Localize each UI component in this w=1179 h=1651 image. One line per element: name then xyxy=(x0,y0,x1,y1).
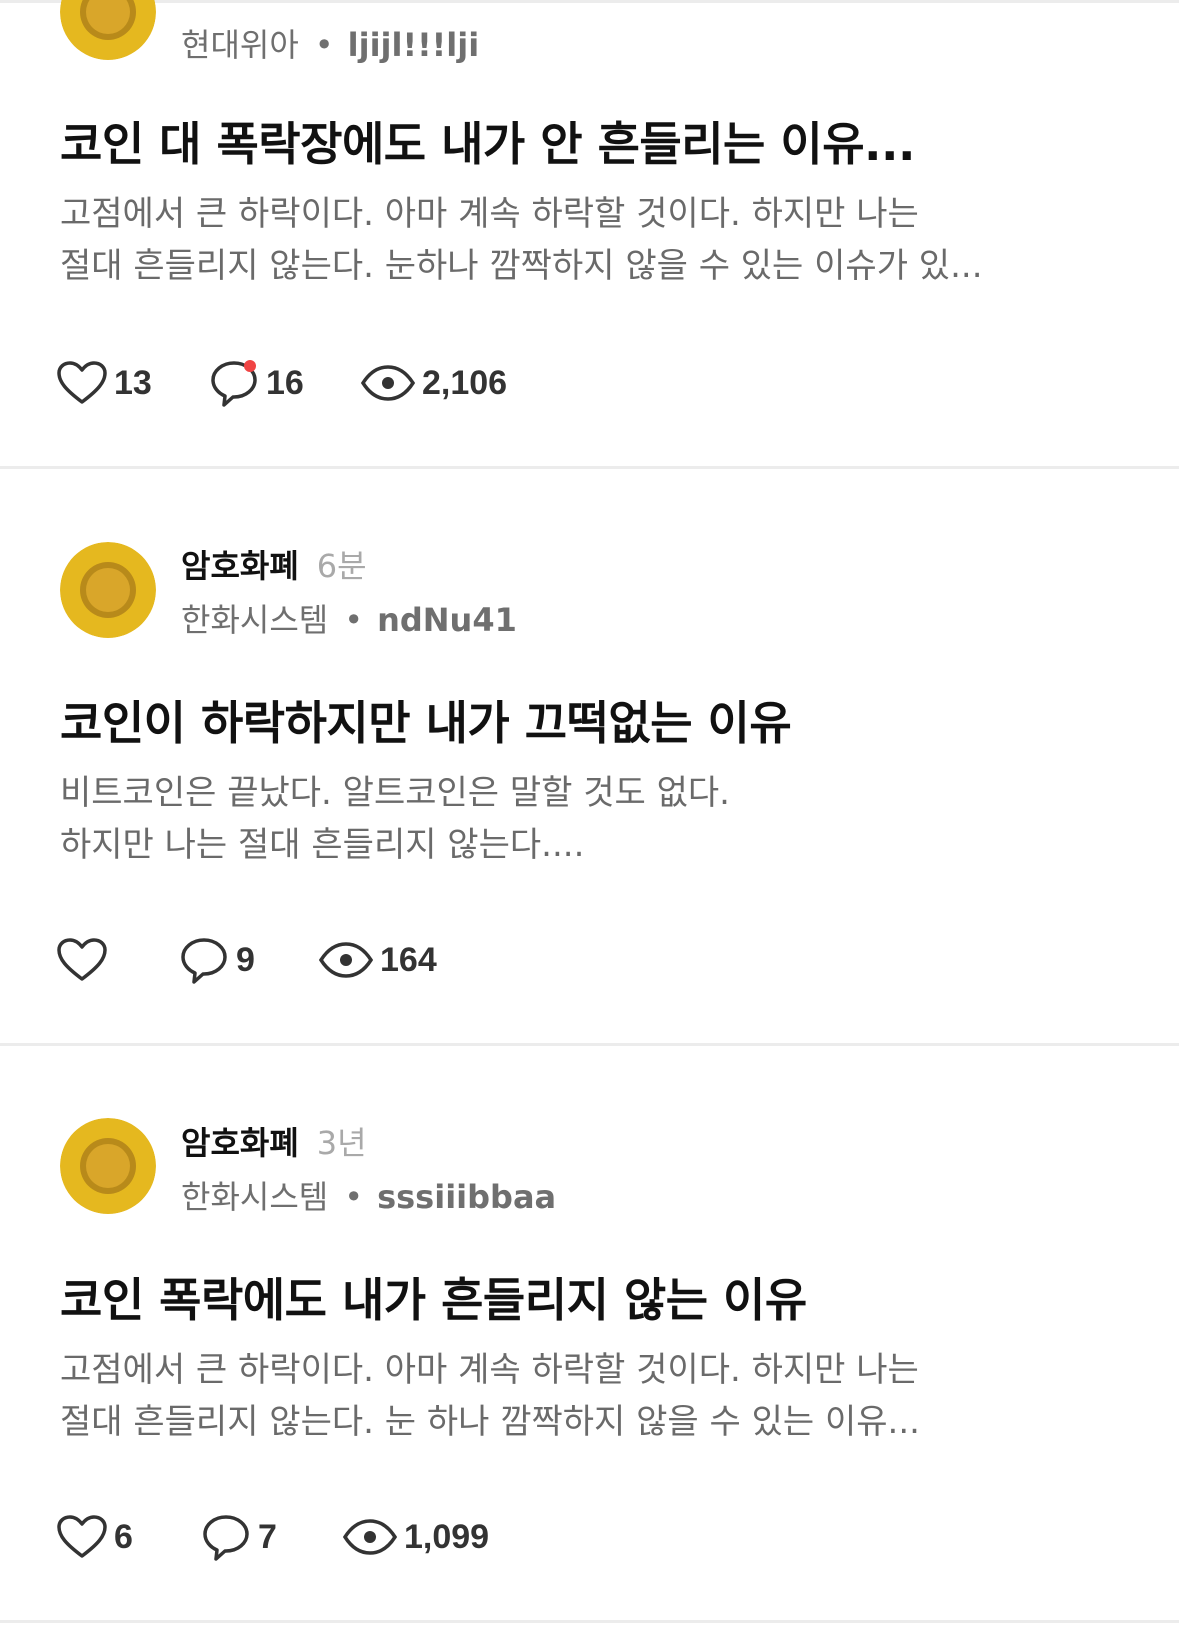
bitcoin-coin-icon xyxy=(60,542,156,638)
heart-icon xyxy=(57,1515,107,1558)
separator-dot: • xyxy=(314,26,334,64)
post-card[interactable]: 암호화폐 6분 한화시스템 • ndNu41 코인이 하락하지만 내가 끄떡없는 이유… xyxy=(0,469,1179,1044)
author-handle[interactable]: ndNu41 xyxy=(377,601,517,639)
company-name: 한화시스템 xyxy=(181,601,329,639)
avatar[interactable] xyxy=(60,1118,156,1214)
view-count-display: 2,106 xyxy=(360,358,507,408)
comment-count: 9 xyxy=(236,940,255,979)
post-time: 6분 xyxy=(316,547,367,585)
view-count: 164 xyxy=(380,940,437,979)
community-name[interactable]: 암호화폐 xyxy=(181,1124,299,1162)
community-line: 암호화폐 6분 xyxy=(181,541,367,587)
like-count: 6 xyxy=(114,1517,133,1556)
speech-bubble-icon xyxy=(211,360,257,407)
author-handle[interactable]: ljijl!!!lji xyxy=(348,26,480,64)
speech-bubble-icon xyxy=(203,1515,249,1561)
community-line: 암호화폐 3년 xyxy=(181,1118,367,1164)
avatar[interactable] xyxy=(60,542,156,638)
comment-count: 7 xyxy=(258,1517,277,1556)
comment-button[interactable]: 7 xyxy=(200,1512,277,1562)
post-excerpt[interactable]: 고점에서 큰 하락이다. 아마 계속 하락할 것이다. 하지만 나는 절대 흔들… xyxy=(60,1344,1140,1448)
comment-button[interactable]: 9 xyxy=(178,935,255,985)
post-title[interactable]: 코인 폭락에도 내가 흔들리지 않는 이유 xyxy=(60,1264,807,1330)
author-meta: 한화시스템 • ndNu41 xyxy=(181,595,517,641)
community-name[interactable]: 암호화폐 xyxy=(181,547,299,585)
eye-icon xyxy=(342,1519,398,1555)
avatar[interactable] xyxy=(60,0,156,60)
like-button[interactable]: 13 xyxy=(56,358,152,408)
post-divider xyxy=(0,1620,1179,1623)
post-card[interactable]: 암호화폐 3년 한화시스템 • sssiiibbaa 코인 폭락에도 내가 흔들리지 … xyxy=(0,1046,1179,1621)
comment-button[interactable]: 16 xyxy=(208,358,304,408)
view-count: 2,106 xyxy=(422,363,508,402)
company-name: 현대위아 xyxy=(181,26,299,64)
eye-icon xyxy=(318,942,374,978)
separator-dot: • xyxy=(344,1178,364,1216)
post-time: 3년 xyxy=(316,1124,367,1162)
bitcoin-coin-icon xyxy=(60,1118,156,1214)
author-meta: 한화시스템 • sssiiibbaa xyxy=(181,1172,556,1218)
view-count: 1,099 xyxy=(404,1517,490,1556)
heart-icon xyxy=(57,361,107,404)
view-count-display: 1,099 xyxy=(342,1512,489,1562)
like-button[interactable]: 6 xyxy=(56,1512,133,1562)
eye-icon xyxy=(360,365,416,401)
post-excerpt[interactable]: 비트코인은 끝났다. 알트코인은 말할 것도 없다. 하지만 나는 절대 흔들리… xyxy=(60,767,1140,871)
post-excerpt[interactable]: 고점에서 큰 하락이다. 아마 계속 하락할 것이다. 하지만 나는 절대 흔들… xyxy=(60,188,1140,292)
post-title[interactable]: 코인이 하락하지만 내가 끄떡없는 이유 xyxy=(60,687,792,753)
comment-count: 16 xyxy=(266,363,304,402)
separator-dot: • xyxy=(344,601,364,639)
view-count-display: 164 xyxy=(318,935,437,985)
heart-icon xyxy=(57,938,107,981)
company-name: 한화시스템 xyxy=(181,1178,329,1216)
like-button[interactable] xyxy=(56,935,114,985)
author-handle[interactable]: sssiiibbaa xyxy=(377,1178,556,1216)
notification-dot xyxy=(244,360,256,372)
author-meta: 현대위아 • ljijl!!!lji xyxy=(181,20,479,66)
speech-bubble-icon xyxy=(181,938,227,984)
bitcoin-coin-icon xyxy=(60,0,156,60)
post-card[interactable]: 현대위아 • ljijl!!!lji 코인 대 폭락장에도 내가 안 흔들리는 이유… xyxy=(0,0,1179,465)
post-title[interactable]: 코인 대 폭락장에도 내가 안 흔들리는 이유... xyxy=(60,108,915,174)
like-count: 13 xyxy=(114,363,152,402)
